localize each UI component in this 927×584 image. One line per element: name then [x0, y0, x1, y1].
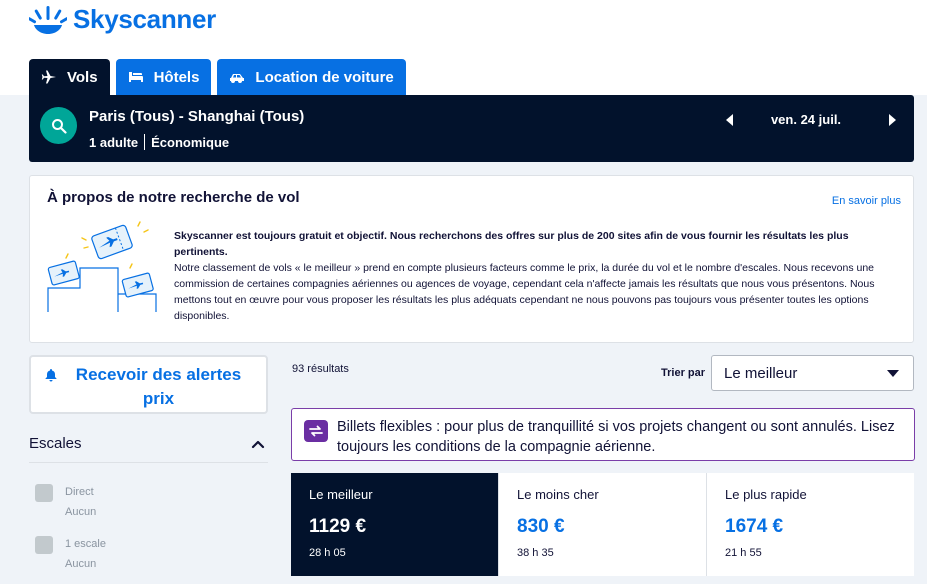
direct-option-price: Aucun	[65, 506, 97, 518]
flexible-tickets-banner: Billets flexibles : pour plus de tranqui…	[291, 408, 915, 461]
stops-filter-title[interactable]: Escales	[29, 435, 82, 452]
arrow-right-icon	[888, 114, 896, 126]
sort-tabs: Le meilleur 1129 € 28 h 05 Le moins cher…	[291, 473, 914, 576]
search-summary-bar: Paris (Tous) - Shanghai (Tous) 1 adulte …	[29, 95, 914, 162]
bell-icon	[45, 369, 56, 382]
about-title: À propos de notre recherche de vol	[47, 189, 300, 206]
arrow-left-icon	[725, 114, 733, 126]
passenger-cabin-summary[interactable]: 1 adulte Économique	[89, 134, 229, 150]
search-icon	[51, 118, 67, 134]
logo-wordmark: Skyscanner	[73, 4, 216, 34]
product-tabs: Vols Hôtels Location de voiture	[29, 59, 406, 95]
swap-icon	[309, 425, 323, 437]
cabin-class: Économique	[151, 134, 230, 150]
tab-hotels-label: Hôtels	[153, 68, 200, 86]
tab-car-hire[interactable]: Location de voiture	[217, 59, 406, 95]
one-stop-option-label: 1 escale	[65, 538, 106, 550]
sort-label: Trier par	[661, 367, 706, 379]
direct-checkbox[interactable]	[35, 484, 53, 502]
sort-tab-cheapest[interactable]: Le moins cher 830 € 38 h 35	[499, 473, 707, 576]
caret-down-icon	[887, 370, 899, 377]
flexible-tickets-text: Billets flexibles : pour plus de tranqui…	[337, 419, 895, 455]
learn-more-link[interactable]: En savoir plus	[832, 195, 901, 207]
tab-flights[interactable]: Vols	[29, 59, 110, 95]
flexible-ticket-icon	[304, 420, 328, 442]
chevron-up-icon[interactable]	[251, 438, 265, 450]
edit-search-button[interactable]	[40, 107, 77, 144]
sort-tab-fastest[interactable]: Le plus rapide 1674 € 21 h 55	[707, 473, 914, 576]
sort-tab-name: Le moins cher	[517, 487, 599, 502]
sunrise-logo-icon	[29, 5, 67, 34]
tab-car-hire-label: Location de voiture	[255, 68, 394, 86]
passenger-count: 1 adulte	[89, 134, 139, 150]
sort-tab-price: 1674 €	[725, 516, 784, 537]
next-day-button[interactable]	[886, 112, 898, 128]
plane-icon	[41, 70, 56, 84]
direct-option-label: Direct	[65, 486, 94, 498]
sort-tab-name: Le meilleur	[309, 487, 373, 502]
route-summary[interactable]: Paris (Tous) - Shanghai (Tous)	[89, 108, 304, 125]
one-stop-checkbox[interactable]	[35, 536, 53, 554]
divider	[29, 462, 268, 463]
sort-selected-value: Le meilleur	[724, 364, 798, 382]
about-text-body: Notre classement de vols « le meilleur »…	[174, 262, 875, 322]
sort-tab-duration: 28 h 05	[309, 547, 346, 559]
one-stop-option-price: Aucun	[65, 558, 97, 570]
sort-tab-duration: 21 h 55	[725, 547, 762, 559]
divider	[144, 134, 146, 150]
sort-select[interactable]: Le meilleur	[711, 355, 914, 391]
travel-date[interactable]: ven. 24 juil.	[753, 112, 859, 127]
sort-tab-duration: 38 h 35	[517, 547, 554, 559]
results-count: 93 résultats	[292, 363, 349, 375]
sort-tab-best[interactable]: Le meilleur 1129 € 28 h 05	[291, 473, 499, 576]
about-search-panel: À propos de notre recherche de vol En sa…	[29, 175, 914, 343]
about-text-intro: Skyscanner est toujours gratuit et objec…	[174, 230, 849, 258]
tab-flights-label: Vols	[67, 68, 98, 86]
car-icon	[230, 74, 245, 83]
sort-tab-name: Le plus rapide	[725, 487, 807, 502]
price-alert-label: Recevoir des alertes prix	[75, 365, 242, 408]
bed-icon	[128, 72, 143, 82]
tickets-illustration	[47, 221, 157, 312]
about-text: Skyscanner est toujours gratuit et objec…	[174, 228, 902, 324]
site-header: Skyscanner Vols Hôtels Location de voitu…	[0, 0, 927, 95]
tab-hotels[interactable]: Hôtels	[115, 59, 212, 95]
previous-day-button[interactable]	[723, 112, 735, 128]
sort-tab-price: 830 €	[517, 516, 565, 537]
skyscanner-logo[interactable]: Skyscanner	[29, 4, 216, 35]
price-alert-button[interactable]: Recevoir des alertes prix	[29, 355, 268, 414]
sort-tab-price: 1129 €	[309, 516, 367, 537]
